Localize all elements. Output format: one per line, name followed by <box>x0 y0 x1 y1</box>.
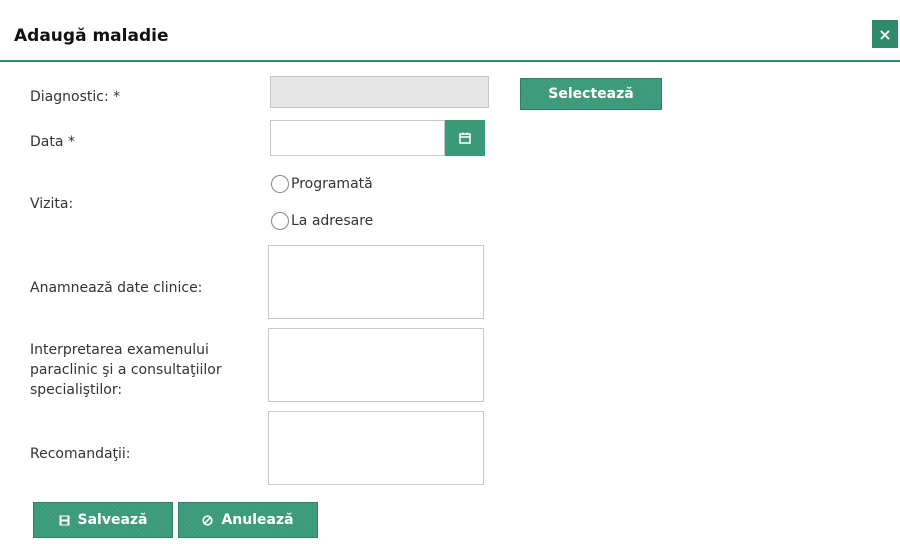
dialog-title: Adaugă maladie <box>14 26 169 46</box>
calendar-button[interactable] <box>445 120 485 156</box>
date-field[interactable] <box>270 120 445 156</box>
interpretation-textarea[interactable] <box>268 328 484 402</box>
calendar-icon <box>459 132 471 144</box>
visit-label: Vizita: <box>30 196 74 212</box>
save-button-label: Salvează <box>77 512 148 528</box>
anamnesis-textarea[interactable] <box>268 245 484 319</box>
radio-la-adresare[interactable] <box>271 212 289 230</box>
visit-option-programata[interactable]: Programată <box>271 175 373 193</box>
visit-option-la-adresare[interactable]: La adresare <box>271 212 373 230</box>
dialog-header: Adaugă maladie × <box>0 0 900 62</box>
visit-option-label: La adresare <box>291 213 374 229</box>
close-button[interactable]: × <box>872 20 898 48</box>
select-diagnostic-button[interactable]: Selectează <box>520 78 662 110</box>
cancel-icon <box>202 514 214 526</box>
recommendations-textarea[interactable] <box>268 411 484 485</box>
diagnostic-field[interactable] <box>270 76 489 108</box>
save-icon <box>59 515 69 525</box>
anamnesis-label: Anamnează date clinice: <box>30 280 203 296</box>
close-icon: × <box>878 24 892 44</box>
date-label: Data * <box>30 134 75 150</box>
visit-option-label: Programată <box>291 176 373 192</box>
interpretation-label: Interpretarea examenului paraclinic şi a… <box>30 342 222 398</box>
diagnostic-label: Diagnostic: * <box>30 89 121 105</box>
cancel-button[interactable]: Anulează <box>178 502 318 538</box>
save-button[interactable]: Salvează <box>33 502 173 538</box>
cancel-button-label: Anulează <box>221 512 294 528</box>
recommendations-label: Recomandaţii: <box>30 446 131 462</box>
radio-programata[interactable] <box>271 175 289 193</box>
